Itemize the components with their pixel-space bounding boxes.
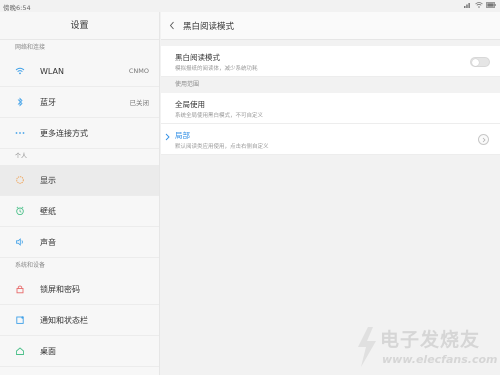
watermark-logo-icon (358, 327, 376, 367)
display-icon (0, 175, 40, 185)
watermark-en: www.elecfans.com (382, 353, 498, 366)
section-personal: 个人 (15, 153, 28, 160)
sidebar-item-wallpaper[interactable]: 壁纸 (0, 196, 159, 227)
chevron-right-icon (482, 137, 485, 142)
global-option-subtitle: 系统全局使用黑白模式，不可自定义 (175, 113, 264, 119)
notification-icon (0, 315, 40, 325)
sidebar-item-value: CNMO (128, 67, 149, 75)
section-system: 系统和设备 (15, 262, 46, 269)
chevron-left-icon (169, 21, 174, 30)
bluetooth-icon (0, 97, 40, 107)
detail-header: 黑白阅读模式 (161, 12, 500, 40)
sidebar-item-sound[interactable]: 声音 (0, 227, 159, 258)
status-time: 傍晚6:54 (3, 4, 31, 12)
sidebar-item-label: WLAN (40, 66, 65, 76)
sidebar-item-more-connections[interactable]: 更多连接方式 (0, 118, 159, 149)
sidebar-item-label: 蓝牙 (40, 97, 56, 107)
scope-card: 全局使用 系统全局使用黑白模式，不可自定义 局部 默认阅读类应用使用，点击右侧自… (161, 93, 500, 155)
battery-icon (486, 2, 496, 8)
sidebar-item-label: 更多连接方式 (40, 128, 88, 138)
status-bar: 傍晚6:54 (0, 0, 500, 12)
mode-toggle[interactable] (470, 57, 490, 67)
mode-option-row[interactable]: 黑白阅读模式 模拟报纸的阅读体，减少系统功耗 (161, 46, 500, 77)
mode-card: 黑白阅读模式 模拟报纸的阅读体，减少系统功耗 (161, 46, 500, 77)
sound-icon (0, 237, 40, 247)
status-icons (464, 2, 496, 8)
lock-icon (0, 284, 40, 294)
watermark-cn: 电子发烧友 (380, 329, 481, 351)
sidebar-item-label: 通知和状态栏 (40, 315, 88, 325)
page-title: 黑白阅读模式 (183, 21, 235, 32)
more-dots-icon (0, 131, 40, 135)
mode-option-title: 黑白阅读模式 (175, 53, 220, 62)
sidebar-item-display[interactable]: 显示 (0, 165, 159, 196)
sidebar-item-label: 锁屏和密码 (40, 284, 80, 294)
sidebar-title: 设置 (0, 12, 159, 40)
settings-sidebar: 设置 网络和连接 WLAN CNMO 蓝牙 已关闭 更多连接方式 个人 显示 壁… (0, 12, 160, 375)
local-option-subtitle: 默认阅读类应用使用，点击右侧自定义 (175, 144, 269, 150)
wifi-icon (0, 67, 40, 75)
back-button[interactable] (161, 21, 183, 30)
local-option-title: 局部 (175, 131, 190, 140)
sidebar-item-lock-password[interactable]: 锁屏和密码 (0, 274, 159, 305)
watermark: 电子发烧友 www.elecfans.com (352, 323, 497, 371)
section-network: 网络和连接 (15, 44, 46, 51)
global-option-row[interactable]: 全局使用 系统全局使用黑白模式，不可自定义 (161, 93, 500, 124)
global-option-title: 全局使用 (175, 100, 205, 109)
local-option-row[interactable]: 局部 默认阅读类应用使用，点击右侧自定义 (161, 124, 500, 155)
signal-icon (464, 3, 470, 8)
sidebar-item-label: 显示 (40, 175, 56, 185)
toggle-knob (472, 59, 479, 66)
sidebar-item-notifications[interactable]: 通知和状态栏 (0, 305, 159, 336)
detail-panel: 黑白阅读模式 黑白阅读模式 模拟报纸的阅读体，减少系统功耗 使用范围 全局使用 … (161, 12, 500, 375)
sidebar-item-bluetooth[interactable]: 蓝牙 已关闭 (0, 87, 159, 118)
desktop-icon (0, 346, 40, 356)
selected-chevron-icon (165, 133, 170, 141)
sidebar-item-wlan[interactable]: WLAN CNMO (0, 56, 159, 87)
sidebar-item-desktop[interactable]: 桌面 (0, 336, 159, 367)
wallpaper-icon (0, 206, 40, 216)
sidebar-item-label: 声音 (40, 237, 56, 247)
mode-option-subtitle: 模拟报纸的阅读体，减少系统功耗 (175, 66, 258, 72)
sidebar-item-label: 壁纸 (40, 206, 56, 216)
sidebar-item-label: 桌面 (40, 346, 56, 356)
scope-header: 使用范围 (161, 77, 500, 93)
wifi-status-icon (475, 2, 483, 8)
sidebar-item-value: 已关闭 (129, 99, 150, 107)
customize-button[interactable] (478, 134, 489, 145)
